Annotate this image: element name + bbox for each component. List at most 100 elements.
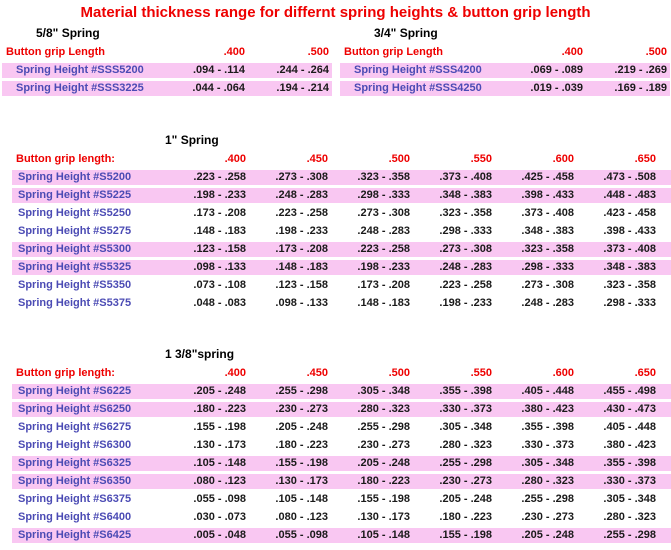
grip-header-row: Button grip length:.400.450.500.550.600.… [12, 366, 671, 381]
grip-length-header: .650 [574, 366, 656, 381]
thickness-range-cell: .398 - .433 [492, 188, 574, 203]
thickness-range-cell: .273 - .308 [246, 170, 328, 185]
thickness-range-cell: .230 - .273 [328, 438, 410, 453]
spring-height-row: Spring Height #S6300.130 - .173.180 - .2… [12, 438, 671, 453]
spring-height-row: Spring Height #S5275.148 - .183.198 - .2… [12, 224, 671, 239]
thickness-range-cell: .280 - .323 [328, 402, 410, 417]
spring-height-row: Spring Height #S5300.123 - .158.173 - .2… [12, 242, 671, 257]
thickness-range-cell: .348 - .383 [574, 260, 656, 275]
grip-length-header: .500 [328, 152, 410, 167]
spring-height-row: Spring Height #S6325.105 - .148.155 - .1… [12, 456, 671, 471]
thickness-range-cell: .198 - .233 [410, 296, 492, 311]
spring-height-label: Spring Height #SSS5200 [2, 63, 155, 78]
thickness-range-cell: .198 - .233 [328, 260, 410, 275]
thickness-range-cell: .205 - .248 [410, 492, 492, 507]
thickness-range-cell: .305 - .348 [328, 384, 410, 399]
thickness-range-cell: .355 - .398 [574, 456, 656, 471]
thickness-range-cell: .373 - .408 [574, 242, 656, 257]
thickness-range-cell: .019 - .039 [493, 81, 583, 96]
grip-header-row: Button grip length:.400.450.500.550.600.… [12, 152, 671, 167]
thickness-range-cell: .155 - .198 [328, 492, 410, 507]
thickness-range-cell: .423 - .458 [574, 206, 656, 221]
thickness-range-cell: .330 - .373 [492, 438, 574, 453]
grip-header-label: Button grip length: [12, 366, 164, 381]
thickness-range-cell: .323 - .358 [574, 278, 656, 293]
spring-height-row: Spring Height #S6375.055 - .098.105 - .1… [12, 492, 671, 507]
grip-header-row: Button grip Length.400.500 [340, 45, 670, 60]
spring-height-row: Spring Height #S6250.180 - .223.230 - .2… [12, 402, 671, 417]
spring-height-row: Spring Height #S5325.098 - .133.148 - .1… [12, 260, 671, 275]
spring-height-label: Spring Height #S5350 [12, 278, 164, 293]
spring-height-label: Spring Height #S5325 [12, 260, 164, 275]
thickness-range-cell: .405 - .448 [574, 420, 656, 435]
thickness-range-cell: .248 - .283 [246, 188, 328, 203]
thickness-range-cell: .198 - .233 [246, 224, 328, 239]
spring-height-label: Spring Height #S5250 [12, 206, 164, 221]
spring-height-row: Spring Height #S5350.073 - .108.123 - .1… [12, 278, 671, 293]
thickness-range-cell: .130 - .173 [164, 438, 246, 453]
section-title: 3/4" Spring [374, 26, 670, 40]
thickness-range-cell: .105 - .148 [328, 528, 410, 543]
thickness-range-cell: .223 - .258 [164, 170, 246, 185]
grip-length-header: .450 [246, 366, 328, 381]
thickness-range-cell: .273 - .308 [328, 206, 410, 221]
thickness-range-cell: .205 - .248 [246, 420, 328, 435]
thickness-range-cell: .048 - .083 [164, 296, 246, 311]
thickness-range-cell: .055 - .098 [246, 528, 328, 543]
spring-height-row: Spring Height #S6275.155 - .198.205 - .2… [12, 420, 671, 435]
spring-height-label: Spring Height #S6425 [12, 528, 164, 543]
thickness-range-cell: .080 - .123 [246, 510, 328, 525]
thickness-range-cell: .298 - .333 [328, 188, 410, 203]
thickness-range-cell: .448 - .483 [574, 188, 656, 203]
thickness-range-cell: .155 - .198 [410, 528, 492, 543]
thickness-range-cell: .173 - .208 [328, 278, 410, 293]
spring-table: 1" SpringButton grip length:.400.450.500… [0, 133, 671, 311]
thickness-range-cell: .255 - .298 [492, 492, 574, 507]
thickness-range-cell: .230 - .273 [492, 510, 574, 525]
thickness-range-cell: .123 - .158 [246, 278, 328, 293]
grip-length-header: .650 [574, 152, 656, 167]
spring-height-row: Spring Height #SSS4250.019 - .039.169 - … [340, 81, 670, 96]
thickness-range-cell: .094 - .114 [155, 63, 245, 78]
spring-height-label: Spring Height #S5225 [12, 188, 164, 203]
thickness-range-cell: .255 - .298 [246, 384, 328, 399]
spring-height-label: Spring Height #S6250 [12, 402, 164, 417]
page-title: Material thickness range for differnt sp… [0, 4, 671, 21]
spring-height-label: Spring Height #S5300 [12, 242, 164, 257]
thickness-range-cell: .130 - .173 [328, 510, 410, 525]
spring-height-label: Spring Height #S6275 [12, 420, 164, 435]
thickness-range-cell: .380 - .423 [492, 402, 574, 417]
large-spring-tables: 1" SpringButton grip length:.400.450.500… [0, 133, 671, 543]
thickness-range-cell: .180 - .223 [328, 474, 410, 489]
thickness-range-cell: .255 - .298 [574, 528, 656, 543]
thickness-range-cell: .205 - .248 [492, 528, 574, 543]
thickness-range-cell: .173 - .208 [164, 206, 246, 221]
grip-header-label: Button grip length: [12, 152, 164, 167]
thickness-range-cell: .380 - .423 [574, 438, 656, 453]
spring-table: 5/8" SpringButton grip Length.400.500Spr… [0, 26, 332, 99]
thickness-range-cell: .273 - .308 [492, 278, 574, 293]
thickness-range-cell: .098 - .133 [246, 296, 328, 311]
thickness-range-cell: .055 - .098 [164, 492, 246, 507]
spring-height-row: Spring Height #S5375.048 - .083.098 - .1… [12, 296, 671, 311]
thickness-range-cell: .044 - .064 [155, 81, 245, 96]
thickness-range-cell: .355 - .398 [492, 420, 574, 435]
thickness-range-cell: .280 - .323 [492, 474, 574, 489]
spring-height-label: Spring Height #S6350 [12, 474, 164, 489]
grip-length-header: .600 [492, 366, 574, 381]
thickness-range-cell: .180 - .223 [164, 402, 246, 417]
thickness-range-cell: .373 - .408 [410, 170, 492, 185]
spring-height-row: Spring Height #SSS3225.044 - .064.194 - … [2, 81, 332, 96]
thickness-range-cell: .298 - .333 [574, 296, 656, 311]
grip-length-header: .500 [583, 45, 667, 60]
thickness-range-cell: .223 - .258 [246, 206, 328, 221]
thickness-range-cell: .005 - .048 [164, 528, 246, 543]
thickness-range-cell: .105 - .148 [164, 456, 246, 471]
thickness-range-cell: .373 - .408 [492, 206, 574, 221]
thickness-range-cell: .430 - .473 [574, 402, 656, 417]
grip-length-header: .500 [245, 45, 329, 60]
spring-height-label: Spring Height #S5375 [12, 296, 164, 311]
grip-length-header: .600 [492, 152, 574, 167]
grip-header-label: Button grip Length [2, 45, 155, 60]
spring-height-label: Spring Height #SSS4200 [340, 63, 493, 78]
